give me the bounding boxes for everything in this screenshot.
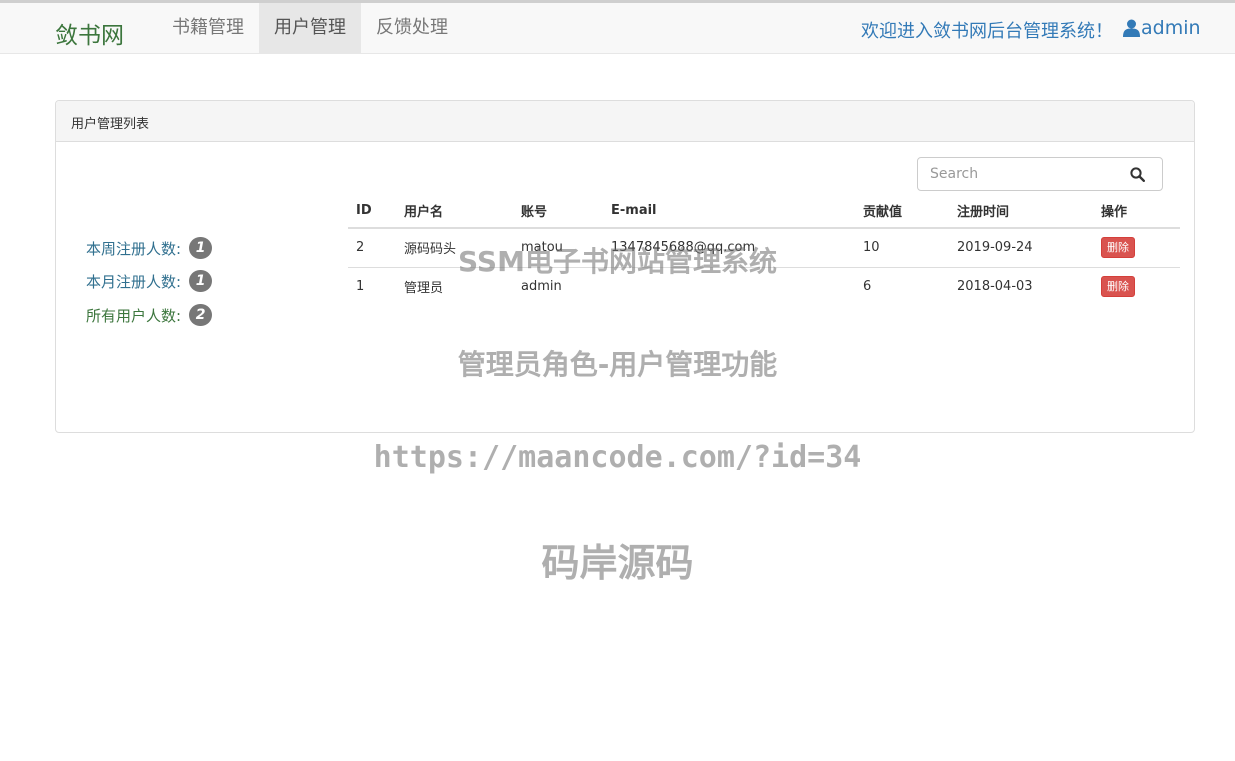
watermark-title: SSM电子书网站管理系统 (458, 245, 777, 278)
navbar: 敛书网 书籍管理 用户管理 反馈处理 欢迎进入敛书网后台管理系统！ admin (0, 3, 1235, 54)
nav-item-users[interactable]: 用户管理 (259, 3, 361, 53)
search-input[interactable] (918, 158, 1118, 190)
watermark-brand: 码岸源码 (541, 541, 694, 585)
table-header-row: ID 用户名 账号 E-mail 贡献值 注册时间 操作 (348, 193, 1180, 229)
col-id: ID (348, 193, 396, 229)
watermark-subtitle: 管理员角色-用户管理功能 (457, 348, 778, 381)
brand-logo[interactable]: 敛书网 (55, 16, 124, 50)
stat-badge: 2 (189, 304, 213, 326)
user-name[interactable]: admin (1141, 17, 1201, 39)
col-registered: 注册时间 (949, 193, 1093, 229)
search-box (917, 157, 1163, 191)
stat-label: 所有用户人数: (86, 306, 182, 325)
watermark-url: https://maancode.com/?id=34 (373, 440, 862, 475)
panel-title: 用户管理列表 (56, 101, 1194, 142)
col-email: E-mail (603, 193, 855, 229)
main-nav: 书籍管理 用户管理 反馈处理 (157, 3, 463, 53)
nav-item-feedback[interactable]: 反馈处理 (361, 3, 463, 53)
user-icon (1123, 19, 1140, 37)
col-contribution: 贡献值 (855, 193, 949, 229)
col-account: 账号 (513, 193, 603, 229)
welcome-text: 欢迎进入敛书网后台管理系统！ (861, 21, 1113, 42)
search-icon[interactable] (1130, 167, 1145, 182)
stat-total-users: 所有用户人数: 2 (86, 304, 213, 326)
user-menu[interactable]: admin (1123, 17, 1201, 39)
nav-item-books[interactable]: 书籍管理 (157, 3, 259, 53)
col-username: 用户名 (396, 193, 513, 229)
col-action: 操作 (1093, 193, 1180, 229)
